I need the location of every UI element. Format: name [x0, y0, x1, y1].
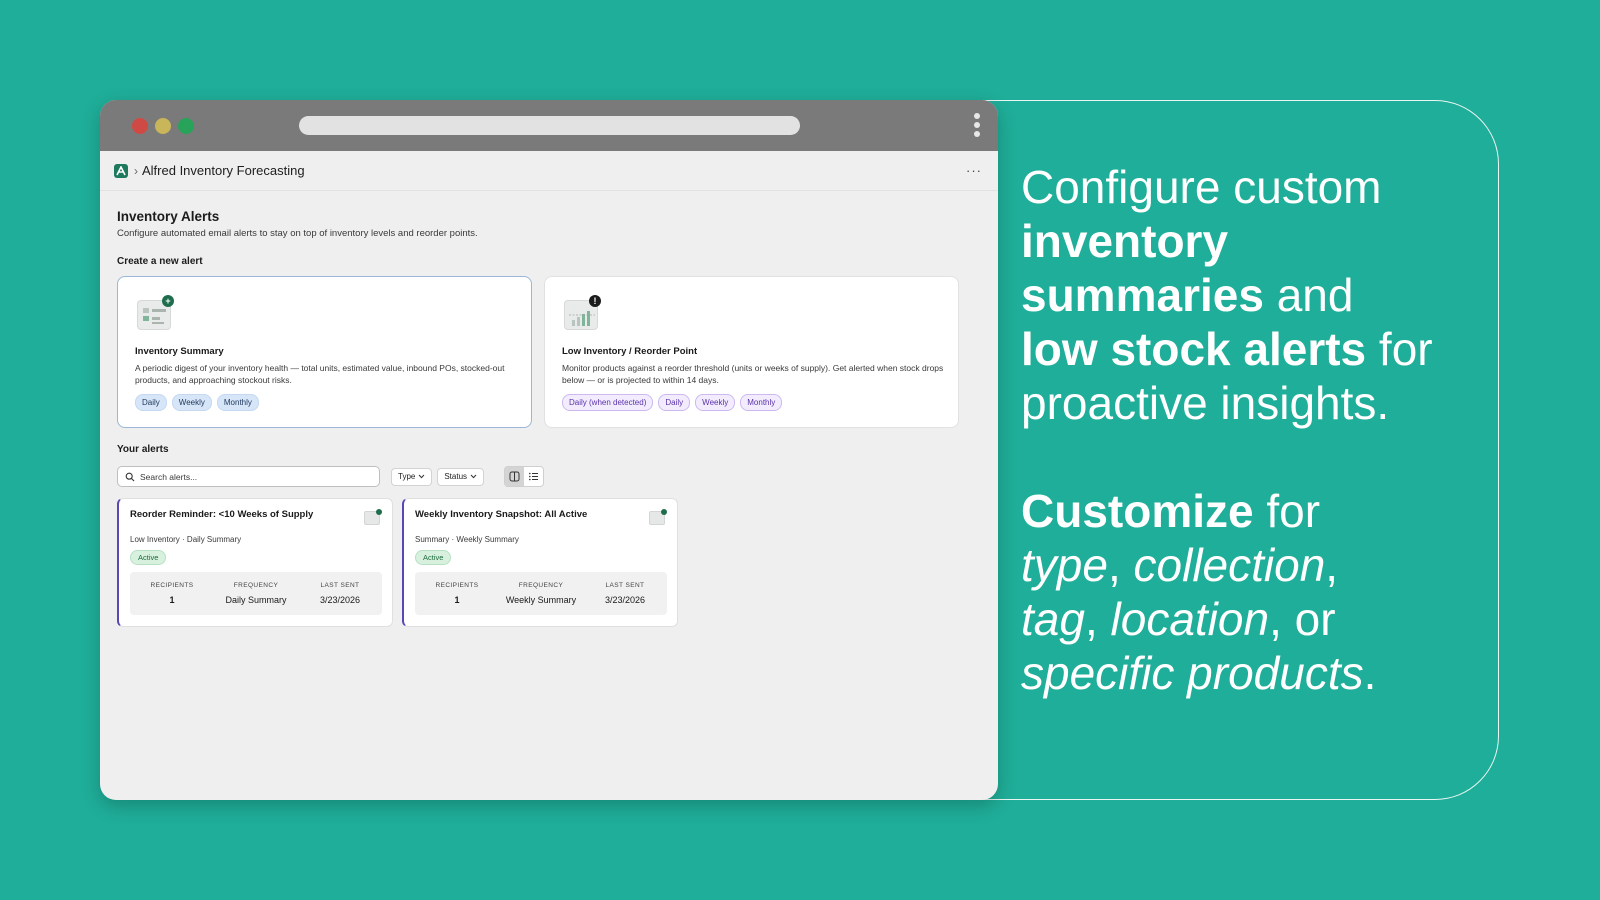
- status-filter-dropdown[interactable]: Status: [437, 467, 485, 486]
- card-title: Low Inventory / Reorder Point: [562, 346, 698, 357]
- inventory-summary-card[interactable]: + Inventory Summary A periodic digest of…: [117, 276, 532, 428]
- tag-monthly: Monthly: [216, 394, 259, 411]
- last-sent-value: 3/23/2026: [604, 595, 646, 605]
- card-description: Monitor products against a reorder thres…: [562, 363, 944, 385]
- breadcrumb-separator: ›: [134, 163, 138, 178]
- last-sent-label: LAST SENT: [605, 582, 645, 589]
- recipients-value: 1: [169, 595, 175, 605]
- tag-monthly: Monthly: [740, 394, 783, 411]
- headline-line: Configure custom: [1021, 161, 1382, 213]
- low-inventory-card[interactable]: ! Low Inventory / Reorder Point Monitor …: [544, 276, 959, 428]
- alert-card[interactable]: Reorder Reminder: <10 Weeks of Supply Lo…: [117, 498, 393, 627]
- close-window-button[interactable]: [132, 118, 148, 134]
- alert-title: Weekly Inventory Snapshot: All Active: [415, 509, 588, 520]
- card-title: Inventory Summary: [135, 346, 224, 357]
- card-description: A periodic digest of your inventory heal…: [135, 363, 505, 385]
- subhead-line: tag, location, or: [1021, 593, 1336, 645]
- minimize-window-button[interactable]: [155, 118, 171, 134]
- alert-stats: RECIPIENTS 1 FREQUENCY Daily Summary LAST …: [130, 572, 382, 615]
- tag-daily-when-detected: Daily (when detected): [562, 394, 654, 411]
- subhead-line: type, collection,: [1021, 539, 1339, 591]
- main-content: Inventory Alerts Configure automated ema…: [100, 191, 998, 627]
- low-inventory-icon: !: [562, 295, 601, 331]
- recipients-label: RECIPIENTS: [435, 582, 479, 589]
- page-title: Inventory Alerts: [117, 209, 220, 224]
- frequency-value: Weekly Summary: [505, 595, 577, 605]
- alert-stats: RECIPIENTS 1 FREQUENCY Weekly Summary LAST…: [415, 572, 667, 615]
- your-alerts-heading: Your alerts: [117, 444, 169, 455]
- maximize-window-button[interactable]: [178, 118, 194, 134]
- browser-chrome: [100, 100, 998, 151]
- alerts-list: Reorder Reminder: <10 Weeks of Supply Lo…: [117, 498, 975, 627]
- type-filter-label: Type: [398, 472, 416, 481]
- last-sent-value: 3/23/2026: [319, 595, 361, 605]
- more-options-icon[interactable]: ···: [966, 163, 982, 178]
- app-logo-icon[interactable]: [114, 163, 128, 178]
- frequency-label: FREQUENCY: [518, 582, 564, 589]
- frequency-label: FREQUENCY: [233, 582, 279, 589]
- summary-type-icon: [649, 509, 667, 525]
- card-view-icon: [509, 471, 520, 482]
- browser-window: › Alfred Inventory Forecasting ··· Inven…: [100, 100, 998, 800]
- search-icon: [125, 472, 135, 481]
- tag-daily: Daily: [135, 394, 167, 411]
- card-view-button[interactable]: [505, 467, 525, 486]
- recipients-label: RECIPIENTS: [150, 582, 194, 589]
- address-bar[interactable]: [299, 116, 800, 135]
- create-alert-heading: Create a new alert: [117, 256, 203, 267]
- headline-line: proactive insights.: [1021, 377, 1390, 429]
- subhead-line: specific products.: [1021, 647, 1377, 699]
- alert-meta: Low Inventory · Daily Summary: [130, 535, 242, 544]
- create-alert-options: + Inventory Summary A periodic digest of…: [117, 276, 975, 428]
- recipients-value: 1: [454, 595, 460, 605]
- frequency-tags: Daily (when detected) Daily Weekly Month…: [562, 394, 942, 411]
- headline-line: low stock alerts for: [1021, 323, 1433, 375]
- headline-line: inventory: [1021, 215, 1229, 267]
- alert-title: Reorder Reminder: <10 Weeks of Supply: [130, 509, 314, 520]
- alert-meta: Summary · Weekly Summary: [415, 535, 519, 544]
- marketing-headline: Configure custom inventory summaries and…: [1021, 160, 1481, 700]
- app-title: Alfred Inventory Forecasting: [142, 163, 305, 178]
- list-view-button[interactable]: [524, 467, 544, 486]
- type-filter-dropdown[interactable]: Type: [391, 467, 433, 486]
- search-input[interactable]: [140, 471, 360, 482]
- alerts-toolbar: Type Status: [117, 466, 975, 487]
- low-inventory-type-icon: [364, 509, 382, 525]
- chevron-down-icon: [418, 474, 425, 479]
- status-filter-label: Status: [444, 472, 468, 481]
- tag-daily: Daily: [658, 394, 691, 411]
- view-toggle: [504, 466, 545, 487]
- status-badge: Active: [130, 550, 167, 565]
- last-sent-label: LAST SENT: [320, 582, 360, 589]
- alert-card[interactable]: Weekly Inventory Snapshot: All Active Su…: [402, 498, 678, 627]
- tag-weekly: Weekly: [171, 394, 212, 411]
- headline-line: summaries and: [1021, 269, 1354, 321]
- tag-weekly: Weekly: [695, 394, 736, 411]
- app-header: › Alfred Inventory Forecasting ···: [100, 151, 998, 191]
- subhead-line: Customize for: [1021, 485, 1321, 537]
- search-field[interactable]: [117, 466, 380, 487]
- status-badge: Active: [415, 550, 452, 565]
- list-view-icon: [529, 472, 539, 481]
- frequency-value: Daily Summary: [225, 595, 287, 605]
- inventory-summary-icon: +: [135, 295, 174, 331]
- page-subtitle: Configure automated email alerts to stay…: [117, 228, 478, 239]
- browser-menu-icon[interactable]: [974, 113, 980, 139]
- frequency-tags: Daily Weekly Monthly: [135, 394, 515, 411]
- chevron-down-icon: [470, 474, 477, 479]
